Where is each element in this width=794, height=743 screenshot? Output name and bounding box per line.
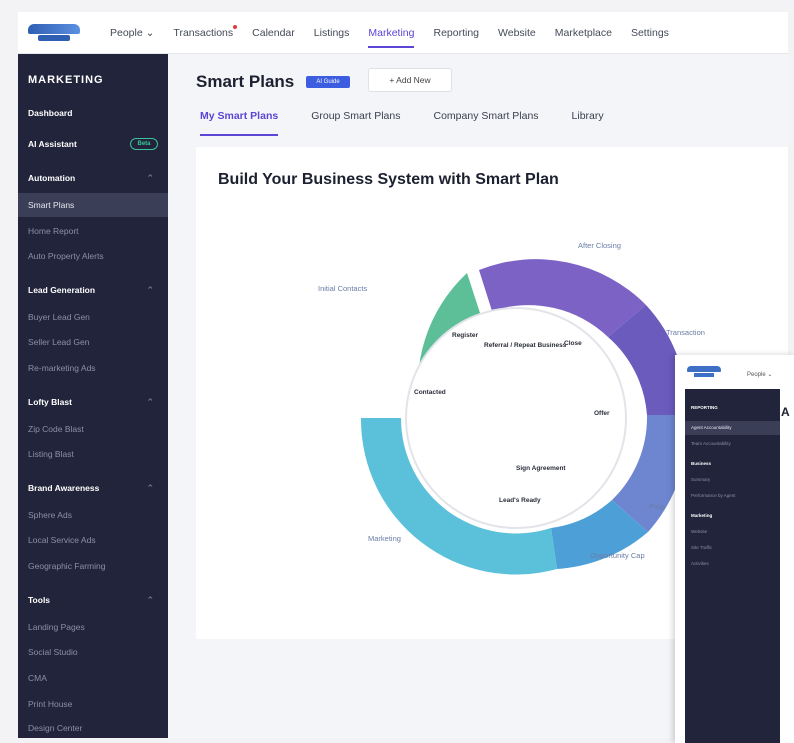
preview-nav-people: People ⌄ [747,372,773,378]
nav-transactions[interactable]: Transactions [173,12,238,54]
reporting-preview-screenshot: People ⌄ REPORTING Agent Accountability … [675,355,794,743]
preview-logo [687,365,721,379]
tab-my-smart-plans[interactable]: My Smart Plans [200,110,279,136]
preview-item: Performance by Agent [691,493,736,498]
sidebar-item-listing-blast[interactable]: Listing Blast [18,442,168,466]
preview-item: Summary [691,477,711,482]
nav-listings[interactable]: Listings [314,12,350,54]
preview-top-nav: People ⌄ [675,355,794,389]
label-initial-contacts: Initial Contacts [318,284,367,293]
chevron-up-icon: ⌃ [146,173,154,183]
sidebar-item-print-house[interactable]: Print House [18,692,168,716]
chevron-up-icon: ⌃ [146,595,154,605]
sidebar-item-cma[interactable]: CMA [18,666,168,690]
tab-group-smart-plans[interactable]: Group Smart Plans [311,110,400,136]
label-prop: Prop [649,502,665,511]
preview-sidebar: REPORTING Agent Accountability Team Acco… [685,389,780,743]
label-sign-agreement: Sign Agreement [516,465,566,472]
preview-sidebar-title: REPORTING [691,405,718,410]
sidebar-item-label: AI Assistant [28,139,77,149]
page-title: Smart Plans [196,72,295,91]
chevron-up-icon: ⌃ [146,285,154,295]
screenshot-frame: People ⌄ Transactions Calendar Listings … [0,0,794,743]
label-register: Register [452,332,478,339]
label-after-closing: After Closing [578,241,621,250]
logo-underline [38,35,70,41]
preview-logo-underline [694,373,714,377]
chevron-up-icon: ⌃ [146,483,154,493]
sidebar-group-brand-awareness[interactable]: Brand Awareness ⌃ [18,476,168,500]
sidebar-group-lead-generation[interactable]: Lead Generation ⌃ [18,278,168,302]
sidebar-group-automation[interactable]: Automation ⌃ [18,166,168,190]
sidebar-group-lofty-blast[interactable]: Lofty Blast ⌃ [18,390,168,414]
preview-logo-mark [687,366,721,372]
sidebar-item-re-marketing-ads[interactable]: Re-marketing Ads [18,356,168,380]
label-referral-repeat-business: Referral / Repeat Business [484,342,567,349]
sidebar-item-geographic-farming[interactable]: Geographic Farming [18,554,168,578]
sidebar-item-dashboard[interactable]: Dashboard [18,101,168,125]
sidebar-group-label: Brand Awareness [28,483,100,493]
preview-page-title: A [781,405,790,419]
sidebar-item-social-studio[interactable]: Social Studio [18,640,168,664]
sidebar: MARKETING Dashboard AI Assistant Beta Aut… [18,54,168,738]
notification-dot [233,25,238,29]
sidebar-item-smart-plans[interactable]: Smart Plans [18,193,168,217]
sidebar-item-buyer-lead-gen[interactable]: Buyer Lead Gen [18,305,168,329]
beta-badge: Beta [130,138,158,150]
preview-group: Marketing [691,513,713,518]
label-leads-ready: Lead's Ready [499,497,541,504]
logo-mark [28,24,80,34]
top-navigation: People ⌄ Transactions Calendar Listings … [18,12,788,54]
sidebar-item-local-service-ads[interactable]: Local Service Ads [18,528,168,552]
sidebar-item-sphere-ads[interactable]: Sphere Ads [18,503,168,527]
tab-library[interactable]: Library [572,110,604,136]
preview-item: Agent Accountability [685,421,780,435]
nav-reporting[interactable]: Reporting [433,12,479,54]
nav-marketplace[interactable]: Marketplace [555,12,612,54]
app-window: People ⌄ Transactions Calendar Listings … [18,12,788,738]
sidebar-group-label: Tools [28,595,51,605]
preview-item: Website [691,529,708,534]
sidebar-item-zip-code-blast[interactable]: Zip Code Blast [18,417,168,441]
sidebar-item-home-report[interactable]: Home Report [18,219,168,243]
label-contacted: Contacted [414,389,446,396]
brand-logo[interactable] [28,22,80,44]
sidebar-title: MARKETING [28,74,104,86]
sidebar-item-auto-property-alerts[interactable]: Auto Property Alerts [18,244,168,268]
sidebar-group-label: Automation [28,173,76,183]
ai-guide-badge[interactable]: AI Guide [306,76,350,88]
preview-item: Activities [691,561,709,566]
label-opportunity-cap: Opportunity Cap [590,551,645,560]
label-offer: Offer [594,410,610,417]
nav-settings[interactable]: Settings [631,12,669,54]
tab-company-smart-plans[interactable]: Company Smart Plans [434,110,539,136]
nav-marketing[interactable]: Marketing [368,12,415,54]
label-close: Close [564,340,582,347]
sidebar-item-landing-pages[interactable]: Landing Pages [18,615,168,639]
preview-item: Team Accountability [691,441,731,446]
preview-item: Site Traffic [691,545,713,550]
tab-bar: My Smart Plans Group Smart Plans Company… [200,110,637,136]
sidebar-group-label: Lofty Blast [28,397,72,407]
nav-calendar[interactable]: Calendar [252,12,295,54]
sidebar-item-design-center[interactable]: Design Center [18,716,168,738]
label-marketing: Marketing [368,534,401,543]
sidebar-group-tools[interactable]: Tools ⌃ [18,588,168,612]
add-new-button[interactable]: + Add New [368,68,452,92]
nav-people[interactable]: People ⌄ [110,12,154,54]
sidebar-item-ai-assistant[interactable]: AI Assistant Beta [18,132,168,156]
nav-website[interactable]: Website [498,12,536,54]
sidebar-group-label: Lead Generation [28,285,96,295]
nav-items: People ⌄ Transactions Calendar Listings … [110,12,688,54]
chevron-up-icon: ⌃ [146,397,154,407]
inner-circle [405,307,627,529]
nav-transactions-label: Transactions [173,27,234,39]
label-transaction: Transaction [666,328,705,337]
sidebar-item-seller-lead-gen[interactable]: Seller Lead Gen [18,330,168,354]
preview-group: Business [691,461,712,466]
